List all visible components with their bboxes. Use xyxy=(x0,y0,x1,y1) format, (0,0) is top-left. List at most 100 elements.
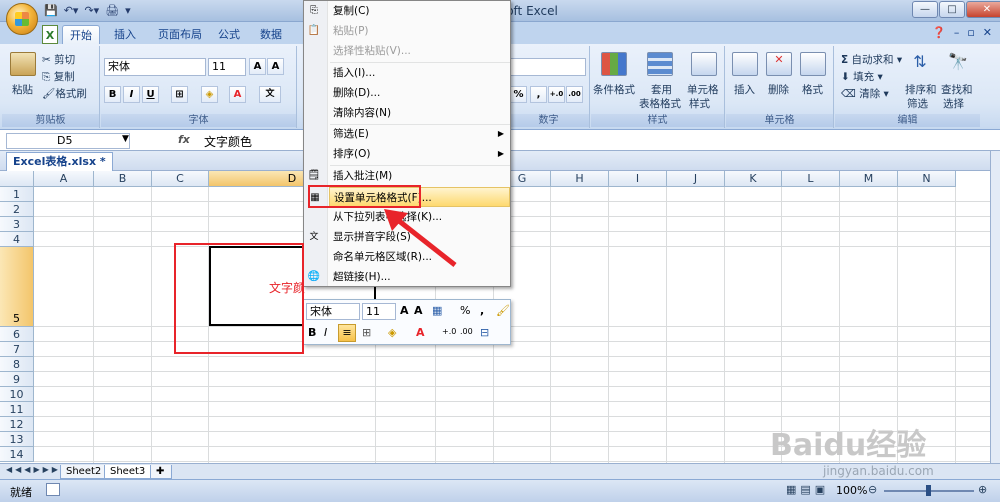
row-header-8[interactable]: 8 xyxy=(0,357,34,372)
menu-paste[interactable]: 📋 粘贴(P) xyxy=(308,21,510,41)
row-header-12[interactable]: 12 xyxy=(0,417,34,432)
column-header-i[interactable]: I xyxy=(609,171,667,187)
column-header-j[interactable]: J xyxy=(667,171,725,187)
sort-filter-icon[interactable]: ⇅ xyxy=(907,52,933,76)
mini-percent-button[interactable]: % xyxy=(460,304,470,317)
column-header-b[interactable]: B xyxy=(94,171,152,187)
save-icon[interactable]: 💾 xyxy=(44,4,58,20)
row-header-4[interactable]: 4 xyxy=(0,232,34,247)
tab-page-layout[interactable]: 页面布局 xyxy=(152,25,208,44)
row-header-13[interactable]: 13 xyxy=(0,432,34,447)
column-header-c[interactable]: C xyxy=(152,171,209,187)
mini-format-painter-icon[interactable]: 🖌 xyxy=(496,304,510,317)
row-header-3[interactable]: 3 xyxy=(0,217,34,232)
select-all-corner[interactable] xyxy=(0,171,34,187)
table-format-icon[interactable] xyxy=(647,52,673,76)
customize-qat-icon[interactable]: ▾ xyxy=(125,4,131,20)
underline-button[interactable]: U xyxy=(142,86,159,103)
tab-insert[interactable]: 插入 xyxy=(108,25,142,44)
cell-styles-icon[interactable] xyxy=(691,52,717,76)
insert-cells-label[interactable]: 插入 xyxy=(734,82,755,97)
name-box[interactable]: D5 xyxy=(6,133,130,149)
mini-shrink-font-icon[interactable]: A xyxy=(414,304,423,317)
fx-icon[interactable]: fx xyxy=(178,133,190,146)
mini-format-icon[interactable]: ▦ xyxy=(432,304,442,317)
mini-italic-button[interactable]: I xyxy=(324,326,327,339)
formula-input[interactable]: 文字颜色 xyxy=(204,133,252,150)
column-header-h[interactable]: H xyxy=(551,171,609,187)
minimize-button[interactable]: — xyxy=(912,1,938,18)
help-icon[interactable]: ❓ xyxy=(932,26,946,39)
cut-button[interactable]: ✂ 剪切 xyxy=(42,52,75,67)
find-select-label1[interactable]: 查找和 xyxy=(941,82,973,97)
mini-font-combo[interactable]: 宋体 xyxy=(306,303,360,320)
comma-button[interactable]: , xyxy=(530,86,547,103)
delete-cells-icon[interactable]: ✕ xyxy=(766,52,792,76)
zoom-slider-thumb[interactable] xyxy=(926,485,931,496)
row-header-14[interactable]: 14 xyxy=(0,447,34,462)
conditional-format-icon[interactable] xyxy=(601,52,627,76)
vertical-scrollbar[interactable] xyxy=(990,151,1000,463)
menu-insert[interactable]: 插入(I)... xyxy=(329,63,510,83)
conditional-format-label[interactable]: 条件格式 xyxy=(593,82,635,97)
mini-borders-icon[interactable]: ⊞ xyxy=(362,326,371,339)
shrink-font-button[interactable]: A xyxy=(267,58,284,75)
maximize-button[interactable]: □ xyxy=(939,1,965,18)
column-header-l[interactable]: L xyxy=(782,171,840,187)
macro-record-icon[interactable] xyxy=(46,483,60,496)
row-header-11[interactable]: 11 xyxy=(0,402,34,417)
cell-styles-label1[interactable]: 单元格 xyxy=(687,82,719,97)
grow-font-button[interactable]: A xyxy=(249,58,266,75)
zoom-out-icon[interactable]: ⊖ xyxy=(868,483,877,496)
view-buttons-icons[interactable]: ▦▤▣ xyxy=(786,483,829,496)
mini-inc-decimal-icon[interactable]: +.0 xyxy=(442,327,456,336)
menu-paste-special[interactable]: 选择性粘贴(V)... xyxy=(329,41,510,61)
mini-comma-button[interactable]: , xyxy=(480,304,484,317)
fill-button[interactable]: ⬇ 填充 ▾ xyxy=(841,69,883,84)
name-box-dropdown-icon[interactable]: ▼ xyxy=(122,134,129,144)
insert-cells-icon[interactable] xyxy=(732,52,758,76)
mini-grow-font-icon[interactable]: A xyxy=(400,304,409,317)
new-sheet-icon[interactable]: ✚ xyxy=(150,465,172,479)
doc-minimize-icon[interactable]: – xyxy=(954,26,960,39)
menu-filter[interactable]: 筛选(E) ▶ xyxy=(329,124,510,144)
column-header-k[interactable]: K xyxy=(725,171,782,187)
number-format-combo[interactable] xyxy=(510,58,586,76)
column-header-n[interactable]: N xyxy=(898,171,956,187)
row-header-5[interactable]: 5 xyxy=(0,247,34,327)
menu-insert-comment[interactable]: 🗒 插入批注(M) xyxy=(308,166,510,186)
doc-close-icon[interactable]: ✕ xyxy=(983,26,992,39)
sheet-nav-icons[interactable]: ◀◀◀▶▶▶ xyxy=(6,465,61,474)
italic-button[interactable]: I xyxy=(123,86,140,103)
redo-icon[interactable]: ↷▾ xyxy=(84,4,99,20)
office-button[interactable] xyxy=(6,3,38,35)
column-header-a[interactable]: A xyxy=(34,171,94,187)
sort-filter-label1[interactable]: 排序和 xyxy=(905,82,937,97)
cell-styles-label2[interactable]: 样式 xyxy=(689,96,710,111)
row-header-7[interactable]: 7 xyxy=(0,342,34,357)
close-button[interactable]: ✕ xyxy=(966,1,1000,18)
phonetic-button[interactable]: 文 xyxy=(259,86,281,103)
zoom-level[interactable]: 100% xyxy=(836,484,867,497)
workbook-tab[interactable]: Excel表格.xlsx * xyxy=(6,152,113,171)
bold-button[interactable]: B xyxy=(104,86,121,103)
row-header-6[interactable]: 6 xyxy=(0,327,34,342)
percent-button[interactable]: % xyxy=(510,86,527,103)
tab-home[interactable]: 开始 xyxy=(62,25,100,44)
row-header-1[interactable]: 1 xyxy=(0,187,34,202)
menu-sort[interactable]: 排序(O) ▶ xyxy=(329,144,510,164)
paste-icon[interactable] xyxy=(10,52,36,76)
mini-bold-button[interactable]: B xyxy=(308,326,316,339)
font-color-button[interactable]: A xyxy=(229,86,246,103)
tab-data[interactable]: 数据 xyxy=(254,25,288,44)
mini-merge-icon[interactable]: ⊟ xyxy=(480,326,489,339)
table-format-label1[interactable]: 套用 xyxy=(651,82,672,97)
table-format-label2[interactable]: 表格格式 xyxy=(639,96,681,111)
column-header-m[interactable]: M xyxy=(840,171,898,187)
tab-formulas[interactable]: 公式 xyxy=(214,25,244,44)
font-name-combo[interactable]: 宋体 xyxy=(104,58,206,76)
menu-copy[interactable]: ⎘ 复制(C) xyxy=(310,1,510,21)
delete-cells-label[interactable]: 删除 xyxy=(768,82,789,97)
binoculars-icon[interactable]: 🔭 xyxy=(945,52,971,76)
format-cells-label[interactable]: 格式 xyxy=(802,82,823,97)
